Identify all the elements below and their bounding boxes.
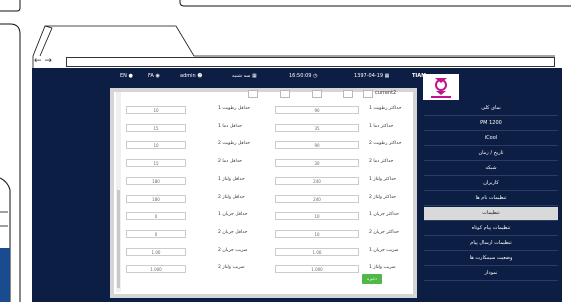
setting-label: حداقل دما 2 [218,159,242,165]
sidebar-item[interactable]: کاربران [424,177,558,191]
back-arrow-icon[interactable]: ← [34,56,42,66]
setting-input[interactable]: 1.00 [275,247,359,256]
setting-input[interactable]: 240 [275,194,359,203]
setting-label: حداقل جریان 2 [218,229,248,235]
setting-label: حداقل رطوبت 2 [218,141,251,147]
setting-input[interactable]: 0 [126,212,186,221]
radio-icon: ● [128,73,133,79]
setting-label: ضریب جریان 1 [369,247,399,253]
setting-label: حداقل رطوبت 1 [218,106,251,111]
top-bar: EN ● FA ◉ admin ☻ سه شنبه ▦ 16:50:09 ◷ 1… [32,68,562,84]
sidebar-item[interactable]: تاریخ / زمان [424,147,558,161]
address-bar[interactable] [66,57,555,67]
date: 1397-04-19 ▦ [354,73,390,79]
setting-label: حداکثر ولتاژ 2 [369,194,397,200]
lang-en[interactable]: EN ● [120,73,133,79]
setting-label: حداکثر رطوبت 2 [369,141,402,147]
calendar-icon: ▦ [251,73,257,79]
sidebar-item[interactable]: تنظیمات [424,207,558,221]
setting-label: حداقل جریان 1 [218,212,248,218]
clock-icon: ◷ [313,73,318,79]
sidebar-item[interactable]: نمودار [424,267,558,281]
setting-label: حداکثر دما 1 [369,123,394,129]
checkbox[interactable] [280,90,290,98]
setting-input[interactable]: 90 [275,106,359,114]
user-icon: ☻ [197,73,203,79]
setting-label: حداکثر دما 2 [369,159,394,165]
setting-input[interactable]: 1.000 [275,265,359,274]
setting-input[interactable]: 1.000 [126,265,186,274]
setting-input[interactable]: 180 [126,176,186,185]
weekday: سه شنبه ▦ [232,73,257,79]
scrollbar-thumb[interactable] [117,190,120,288]
setting-input[interactable]: 90 [275,141,359,150]
lang-fa-label: FA [148,73,154,79]
setting-label: حداکثر رطوبت 1 [369,106,402,111]
browser-nav: ← → [34,56,52,66]
sidebar-item[interactable]: تنظیمات نام ها [424,192,558,206]
checkbox[interactable] [363,90,373,98]
setting-input[interactable]: 180 [126,194,186,203]
setting-input[interactable]: 0 [126,229,186,238]
checkbox[interactable] [248,90,258,98]
save-button[interactable]: ذخیره [362,274,382,284]
checkbox-label: current2 [375,90,397,96]
setting-label: حداکثر ولتاژ 1 [369,176,397,182]
setting-label: ضریب ولتاژ 2 [218,265,245,271]
setting-input[interactable]: 1.00 [126,247,186,256]
setting-input[interactable]: 10 [126,106,186,114]
setting-input[interactable]: 10 [275,212,359,221]
setting-input[interactable]: 240 [275,176,359,185]
setting-input[interactable]: 30 [275,159,359,168]
setting-label: حداقل ولتاژ 1 [218,176,245,182]
setting-label: ضریب ولتاژ 1 [369,265,396,271]
checkbox[interactable] [343,90,353,98]
sidebar-item[interactable]: شبکه [424,162,558,176]
setting-input[interactable]: 10 [275,229,359,238]
forward-arrow-icon[interactable]: → [44,56,52,66]
setting-label: حداکثر جریان 2 [369,229,399,235]
setting-label: حداقل دما 1 [218,123,242,129]
brand-logo [423,74,459,100]
setting-input[interactable]: 10 [126,141,186,150]
setting-label: حداقل ولتاژ 2 [218,194,245,200]
sidebar-item[interactable]: تنظیمات پیام کوتاه [424,222,558,236]
username: admin [180,73,196,79]
user-menu[interactable]: admin ☻ [180,73,202,79]
lang-fa[interactable]: FA ◉ [148,73,160,79]
setting-input[interactable]: 15 [126,159,186,168]
sidebar-item[interactable]: PM 1200 [424,117,558,131]
setting-label: ضریب جریان 2 [218,247,248,253]
checkbox[interactable] [312,90,322,98]
calendar-icon: ▦ [384,73,390,79]
setting-input[interactable]: 15 [126,123,186,132]
lang-en-label: EN [120,73,127,79]
setting-input[interactable]: 35 [275,123,359,132]
clock: 16:50:09 ◷ [289,73,318,79]
radio-icon: ◉ [155,73,160,79]
sidebar-item[interactable]: وضعیت سیمکارت ها [424,252,558,266]
sidebar-item[interactable]: iCool [424,132,558,146]
sidebar-item[interactable]: نمای کلی [424,102,558,116]
sidebar-item[interactable]: تنظیمات ارسال پیام [424,237,558,251]
setting-label: حداکثر جریان 1 [369,212,399,218]
